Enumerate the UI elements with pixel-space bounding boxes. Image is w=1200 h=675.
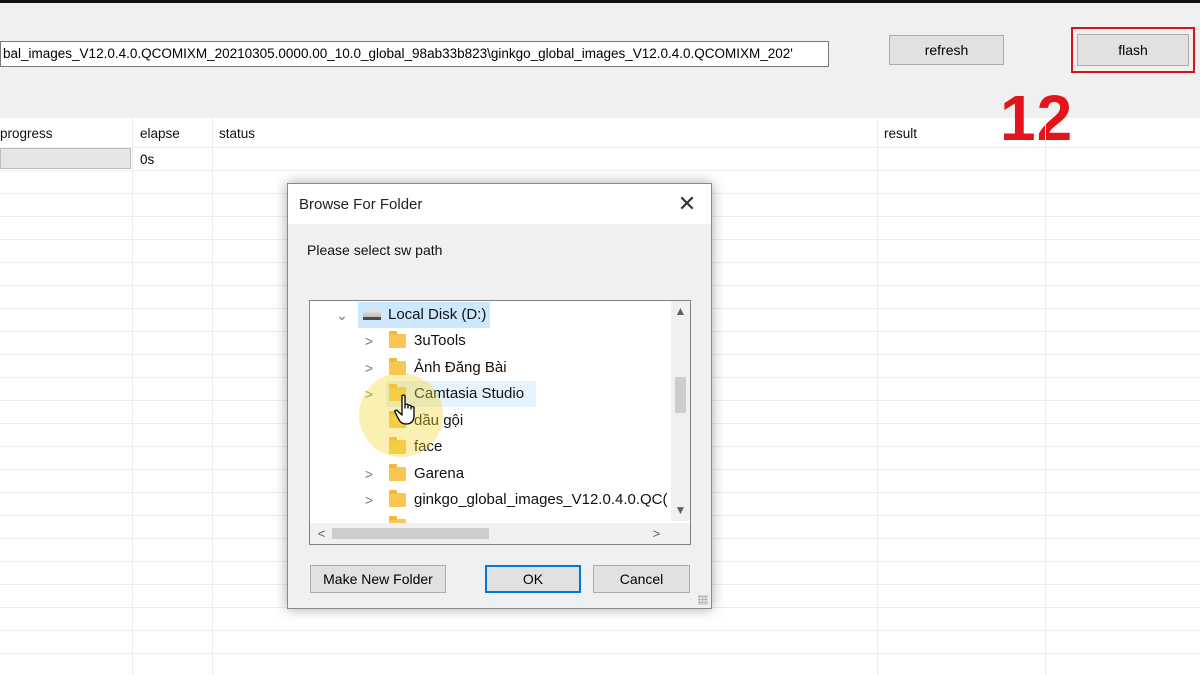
ok-button[interactable]: OK bbox=[485, 565, 581, 593]
scroll-up-icon[interactable]: ▲ bbox=[671, 303, 690, 320]
resize-grip-icon[interactable] bbox=[698, 595, 708, 605]
tree-item-label: Garena bbox=[414, 465, 465, 482]
scroll-down-icon[interactable]: ▼ bbox=[671, 502, 690, 519]
tree-item-3utools[interactable]: > 3uTools bbox=[310, 328, 670, 354]
close-icon[interactable]: ✕ bbox=[672, 190, 702, 218]
tree-item-label: Local Disk (D:) bbox=[388, 306, 487, 323]
grid-row-line bbox=[0, 630, 1200, 631]
hand-cursor-icon bbox=[394, 394, 415, 425]
column-header-status: status bbox=[219, 126, 256, 141]
folder-icon bbox=[389, 490, 406, 507]
vertical-scroll-thumb[interactable] bbox=[675, 377, 686, 413]
grid-row-line bbox=[0, 653, 1200, 654]
elapse-value: 0s bbox=[140, 152, 155, 167]
scroll-right-icon[interactable]: > bbox=[647, 523, 666, 544]
refresh-button[interactable]: refresh bbox=[889, 35, 1004, 65]
progress-bar bbox=[0, 148, 131, 169]
scroll-left-icon[interactable]: < bbox=[312, 523, 331, 544]
chevron-right-icon[interactable]: > bbox=[362, 487, 376, 513]
grid-row-line bbox=[0, 147, 1200, 148]
dialog-title: Browse For Folder bbox=[299, 196, 423, 213]
tree-item-label: Ảnh Đăng Bài bbox=[414, 359, 507, 376]
horizontal-scroll-thumb[interactable] bbox=[332, 528, 489, 539]
chevron-right-icon[interactable]: > bbox=[362, 328, 376, 354]
horizontal-scrollbar[interactable]: < > bbox=[310, 523, 690, 544]
folder-icon bbox=[389, 464, 406, 481]
browse-folder-dialog: Browse For Folder ✕ Please select sw pat… bbox=[287, 183, 712, 609]
tree-item-anh-dang-bai[interactable]: > Ảnh Đăng Bài bbox=[310, 355, 670, 381]
folder-icon bbox=[389, 331, 406, 348]
chevron-right-icon[interactable]: > bbox=[362, 355, 376, 381]
tree-item-face[interactable]: face bbox=[310, 434, 670, 460]
sw-path-input[interactable]: bal_images_V12.0.4.0.QCOMIXM_20210305.00… bbox=[0, 41, 829, 67]
make-new-folder-button[interactable]: Make New Folder bbox=[310, 565, 446, 593]
dialog-prompt: Please select sw path bbox=[307, 242, 443, 258]
vertical-scrollbar[interactable]: ▲ ▼ bbox=[671, 301, 690, 521]
flash-button[interactable]: flash bbox=[1077, 34, 1189, 66]
tree-item-garena[interactable]: > Garena bbox=[310, 461, 670, 487]
column-header-result: result bbox=[884, 126, 918, 141]
tree-item-label: 3uTools bbox=[414, 332, 466, 349]
chevron-down-icon[interactable]: ⌄ bbox=[335, 302, 349, 328]
tree-item-label: ginkgo_global_images_V12.0.4.0.QC( bbox=[414, 491, 668, 508]
grid-divider bbox=[212, 118, 213, 675]
tree-item-local-disk-row: ⌄ Local Disk (D:) bbox=[310, 302, 670, 328]
chevron-right-icon[interactable]: > bbox=[362, 461, 376, 487]
column-header-progress: progress bbox=[0, 126, 53, 141]
cancel-button[interactable]: Cancel bbox=[593, 565, 690, 593]
grid-divider bbox=[132, 118, 133, 675]
column-header-elapse: elapse bbox=[140, 126, 180, 141]
dialog-titlebar[interactable]: Browse For Folder ✕ bbox=[288, 184, 711, 224]
grid-divider bbox=[1045, 118, 1046, 675]
drive-icon bbox=[363, 310, 381, 320]
grid-row-line bbox=[0, 170, 1200, 171]
toolbar: bal_images_V12.0.4.0.QCOMIXM_20210305.00… bbox=[0, 0, 1200, 153]
grid-divider bbox=[877, 118, 878, 675]
scrollbar-corner bbox=[671, 523, 690, 544]
tree-item-ginkgo-global-images[interactable]: > ginkgo_global_images_V12.0.4.0.QC( bbox=[310, 487, 670, 513]
